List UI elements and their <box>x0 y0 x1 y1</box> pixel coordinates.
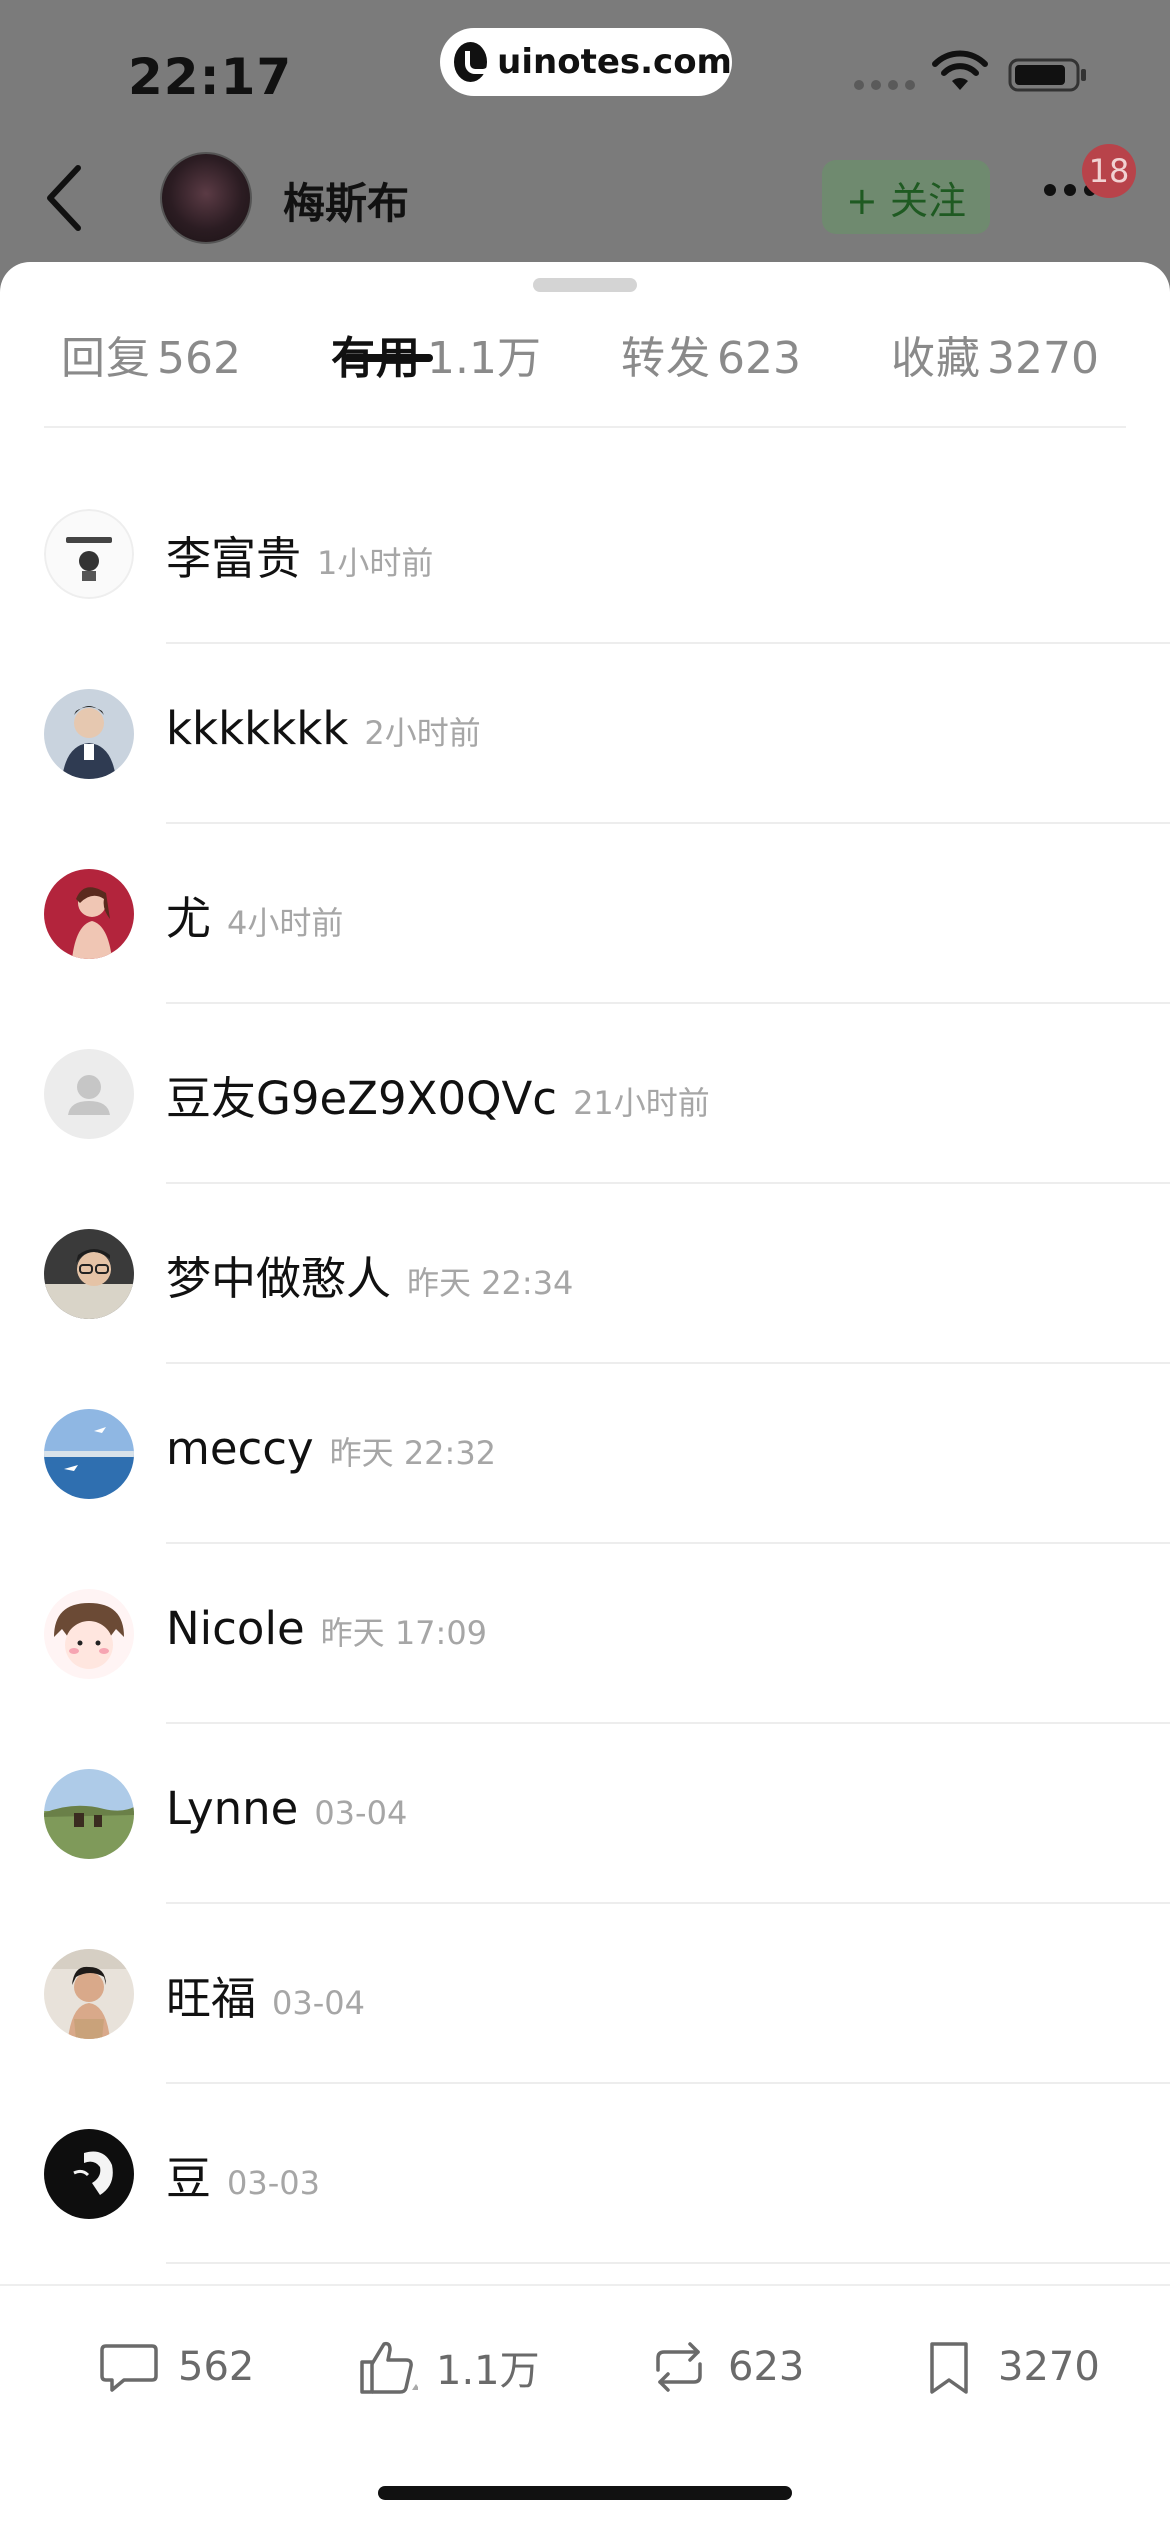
back-arrow-icon[interactable] <box>40 160 90 236</box>
author-name[interactable]: 梅斯布 <box>283 170 409 231</box>
list-item[interactable]: kkkkkkk 2小时前 <box>0 644 1170 824</box>
comment-icon <box>100 2344 158 2392</box>
user-name[interactable]: meccy <box>166 1422 314 1475</box>
timestamp: 03-03 <box>227 2164 320 2202</box>
cellular-signal-icon <box>854 80 915 90</box>
tab-label: 回复 <box>61 333 151 384</box>
tab-favorites[interactable]: 收藏 3270 <box>891 322 1099 386</box>
kkkkkkk-avatar[interactable] <box>44 689 134 779</box>
lynne-avatar[interactable] <box>44 1769 134 1859</box>
tab-replies[interactable]: 回复 562 <box>61 322 241 386</box>
bookmark-button[interactable]: 3270 <box>918 2332 1100 2402</box>
like-button[interactable]: 1.1万 <box>356 2332 540 2402</box>
list-item[interactable]: 李富贵 1小时前 <box>0 464 1170 644</box>
repost-icon <box>656 2342 702 2392</box>
timestamp: 1小时前 <box>317 544 434 582</box>
battery-icon <box>1008 58 1086 92</box>
you-avatar[interactable] <box>44 869 134 959</box>
timestamp: 昨天 22:34 <box>407 1264 574 1302</box>
user-name[interactable]: 梦中做憨人 <box>166 1252 391 1305</box>
tab-count: 562 <box>157 333 241 384</box>
notification-badge: 18 <box>1082 144 1136 198</box>
bookmark-icon <box>930 2342 968 2394</box>
user-name[interactable]: Nicole <box>166 1602 305 1655</box>
tab-label: 收藏 <box>891 333 981 384</box>
thumbs-up-icon <box>360 2341 418 2394</box>
active-tab-indicator <box>343 354 433 362</box>
list-item[interactable]: meccy 昨天 22:32 <box>0 1364 1170 1544</box>
user-name[interactable]: 李富贵 <box>166 532 301 585</box>
repost-button[interactable]: 623 <box>648 2332 804 2402</box>
nicole-avatar[interactable] <box>44 1589 134 1679</box>
interaction-tabs: 回复 562 有用 1.1万 转发 623 收藏 3270 <box>44 322 1126 428</box>
timestamp: 昨天 22:32 <box>329 1434 497 1472</box>
watermark-text: uinotes.com <box>497 42 732 82</box>
li-fugui-avatar[interactable] <box>44 509 134 599</box>
status-time: 22:17 <box>128 48 293 106</box>
list-item[interactable]: 旺福 03-04 <box>0 1904 1170 2084</box>
tab-reposts[interactable]: 转发 623 <box>621 322 801 386</box>
tab-label: 转发 <box>621 333 711 384</box>
list-item[interactable]: 豆友G9eZ9X0QVc 21小时前 <box>0 1004 1170 1184</box>
bookmark-count: 3270 <box>998 2344 1100 2390</box>
user-name[interactable]: 旺福 <box>166 1972 256 2025</box>
user-name[interactable]: 豆友G9eZ9X0QVc <box>166 1072 557 1125</box>
home-indicator[interactable] <box>378 2486 792 2500</box>
user-list: 李富贵 1小时前 kkkkkkk 2小时前 尤 4小时前 豆友G9eZ9X0QVc 21… <box>0 464 1170 2264</box>
timestamp: 03-04 <box>272 1984 365 2022</box>
mengzhong-avatar[interactable] <box>44 1229 134 1319</box>
uinotes-logo-icon <box>454 42 494 82</box>
tab-count: 623 <box>717 333 801 384</box>
follow-button[interactable]: + 关注 <box>822 160 990 234</box>
watermark-pill: uinotes.com <box>440 28 732 96</box>
tab-count: 1.1万 <box>427 333 541 384</box>
user-name[interactable]: kkkkkkk <box>166 702 348 755</box>
author-avatar[interactable] <box>160 152 252 244</box>
list-item[interactable]: Nicole 昨天 17:09 <box>0 1544 1170 1724</box>
divider <box>166 2262 1170 2264</box>
user-name[interactable]: 尤 <box>166 892 211 945</box>
list-item[interactable]: 豆 03-03 <box>0 2084 1170 2264</box>
timestamp: 2小时前 <box>364 714 481 752</box>
user-name[interactable]: 豆 <box>166 2152 211 2205</box>
meccy-avatar[interactable] <box>44 1409 134 1499</box>
default-person-avatar[interactable] <box>44 1049 134 1139</box>
repost-count: 623 <box>728 2344 805 2390</box>
timestamp: 4小时前 <box>227 904 344 942</box>
list-item[interactable]: Lynne 03-04 <box>0 1724 1170 1904</box>
dou-avatar[interactable] <box>44 2129 134 2219</box>
wifi-icon <box>932 50 988 90</box>
list-item[interactable]: 尤 4小时前 <box>0 824 1170 1004</box>
timestamp: 03-04 <box>314 1794 408 1832</box>
user-name[interactable]: Lynne <box>166 1782 298 1835</box>
timestamp: 昨天 17:09 <box>320 1614 488 1652</box>
timestamp: 21小时前 <box>573 1084 710 1122</box>
like-count: 1.1万 <box>436 2348 540 2394</box>
sheet-drag-handle[interactable] <box>533 278 637 292</box>
tab-count: 3270 <box>987 333 1099 384</box>
comment-button[interactable]: 562 <box>98 2332 254 2402</box>
list-item[interactable]: 梦中做憨人 昨天 22:34 <box>0 1184 1170 1364</box>
comment-count: 562 <box>178 2344 255 2390</box>
wangfu-avatar[interactable] <box>44 1949 134 2039</box>
